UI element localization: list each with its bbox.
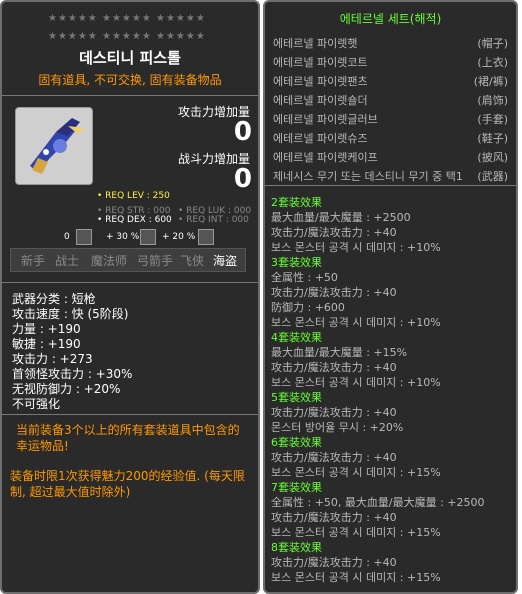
set-effect-line: 攻击力/魔法攻击力 : +40 [271, 226, 397, 239]
item-flags: 固有道具, 不可交换, 固有装备物品 [38, 73, 222, 87]
job-requirement-bar: 新手 战士 魔法师 弓箭手 飞侠 海盗 [10, 248, 246, 272]
item-tooltip-panel: ★★★★★ ★★★★★ ★★★★★ ★★★★★ ★★★★★ ★★★★★ 데스티니… [0, 0, 260, 594]
set-piece-name: 에테르넬 파이렛숄더 [273, 94, 368, 107]
set-effect-title: 5套装效果 [271, 391, 322, 404]
set-piece-slot: (帽子) [477, 37, 508, 50]
set-effect-line: 보스 몬스터 공격 시 데미지 : +15% [271, 571, 441, 584]
set-piece-name: 제네시스 무기 또는 데스티니 무기 중 택1 [273, 170, 463, 183]
set-piece-name: 에테르넬 파이렛팬츠 [273, 75, 368, 88]
set-piece-slot: (上衣) [477, 56, 508, 69]
item-icon-box [15, 107, 93, 185]
req-int: • REQ INT : 000 [178, 215, 249, 225]
set-effect-title: 3套装效果 [271, 256, 322, 269]
set-piece-name: 에테르넬 파이렛케이프 [273, 151, 378, 164]
set-piece-slot: (披风) [477, 151, 508, 164]
item-name: 데스티니 피스톨 [79, 49, 181, 67]
bonus-value-3: + 20 % [162, 232, 196, 242]
set-effect-line: 보스 몬스터 공격 시 데미지 : +15% [271, 466, 441, 479]
set-info-panel: 에테르넬 세트(해적) 에테르넬 파이렛햇 (帽子) 에테르넬 파이렛코트 (上衣) 에… [263, 0, 518, 594]
divider [2, 282, 258, 283]
job-magician: 魔法师 [91, 254, 128, 268]
set-piece-name: 에테르넬 파이렛글러브 [273, 113, 378, 126]
set-effect-line: 防御力 : +600 [271, 301, 345, 314]
job-beginner: 新手 [21, 254, 46, 268]
set-effect-title: 4套装效果 [271, 331, 322, 344]
set-effect-line: 보스 몬스터 공격 시 데미지 : +10% [271, 376, 441, 389]
bonus-value-1: 0 [64, 232, 70, 242]
set-piece-row: 에테르넬 파이렛슈즈 (鞋子) [273, 130, 508, 148]
divider [2, 95, 258, 96]
set-piece-slot: (鞋子) [477, 132, 508, 145]
set-effect-line: 攻击力/魔法攻击力 : +40 [271, 406, 397, 419]
job-pirate: 海盗 [213, 254, 238, 268]
stat-no-enhance: 不可强化 [12, 397, 61, 411]
set-piece-name: 에테르넬 파이렛햇 [273, 37, 358, 50]
set-effect-line: 攻击力/魔法攻击力 : +40 [271, 286, 397, 299]
set-piece-slot: (手套) [477, 113, 508, 126]
set-effect-title: 6套装效果 [271, 436, 322, 449]
job-bowman: 弓箭手 [137, 254, 174, 268]
set-piece-row: 에테르넬 파이렛햇 (帽子) [273, 35, 508, 53]
req-dex: • REQ DEX : 600 [97, 215, 172, 225]
combat-increase-value: 0 [233, 164, 252, 194]
req-lev: • REQ LEV : 250 [97, 191, 170, 201]
attack-increase-value: 0 [233, 117, 252, 147]
charm-exp-notice: 装备时限1次获得魅力200的经验值. (每天限制, 超过最大值时除外) [10, 469, 245, 499]
set-effect-line: 全属性 : +50 [271, 271, 338, 284]
set-effect-title: 7套装效果 [271, 481, 322, 494]
set-effect-line: 攻击力/魔法攻击力 : +40 [271, 556, 397, 569]
star-row-1: ★★★★★ ★★★★★ ★★★★★ [48, 13, 206, 24]
set-piece-row: 에테르넬 파이렛글러브 (手套) [273, 111, 508, 129]
set-piece-slot: (裙/裤) [473, 75, 508, 88]
set-piece-name: 에테르넬 파이렛슈즈 [273, 132, 368, 145]
set-piece-row: 에테르넬 파이렛코트 (上衣) [273, 54, 508, 72]
pistol-icon [30, 118, 84, 174]
job-warrior: 战士 [55, 254, 80, 268]
divider [265, 185, 516, 186]
set-effect-line: 몬스터 방어율 무시 : +20% [271, 421, 404, 434]
bonus-value-2: + 30 % [106, 232, 140, 242]
defense-ignore-icon [198, 229, 214, 245]
set-piece-row: 에테르넬 파이렛숄더 (肩饰) [273, 92, 508, 110]
star-row-2: ★★★★★ ★★★★★ ★★★★★ [48, 31, 206, 42]
divider [2, 414, 258, 415]
set-effect-line: 攻击力/魔法攻击力 : +40 [271, 511, 397, 524]
set-piece-row: 제네시스 무기 또는 데스티니 무기 중 택1 (武器) [273, 168, 508, 186]
job-thief: 飞侠 [180, 254, 205, 268]
set-effect-title: 2套装效果 [271, 196, 322, 209]
set-effect-line: 最大血量/最大魔量 : +2500 [271, 211, 411, 224]
lucky-item-notice: 当前装备3个以上的所有套装道具中包含的幸运物品! [16, 423, 240, 453]
set-effect-line: 攻击力/魔法攻击力 : +40 [271, 361, 397, 374]
set-piece-row: 에테르넬 파이렛팬츠 (裙/裤) [273, 73, 508, 91]
set-effect-line: 攻击力/魔法攻击力 : +40 [271, 451, 397, 464]
boss-bonus-icon [140, 229, 156, 245]
set-piece-slot: (肩饰) [477, 94, 508, 107]
set-effect-line: 最大血量/最大魔量 : +15% [271, 346, 408, 359]
set-piece-row: 에테르넬 파이렛케이프 (披风) [273, 149, 508, 167]
set-effect-line: 全属性 : +50, 最大血量/最大魔量 : +2500 [271, 496, 485, 509]
set-effect-title: 8套装效果 [271, 541, 322, 554]
set-effect-line: 보스 몬스터 공격 시 데미지 : +10% [271, 316, 441, 329]
set-piece-name: 에테르넬 파이렛코트 [273, 56, 368, 69]
pistol-bonus-icon [76, 229, 92, 245]
set-piece-slot: (武器) [477, 170, 508, 183]
set-title: 에테르넬 세트(해적) [339, 12, 442, 26]
set-effect-line: 보스 몬스터 공격 시 데미지 : +10% [271, 241, 441, 254]
set-effect-line: 보스 몬스터 공격 시 데미지 : +15% [271, 526, 441, 539]
